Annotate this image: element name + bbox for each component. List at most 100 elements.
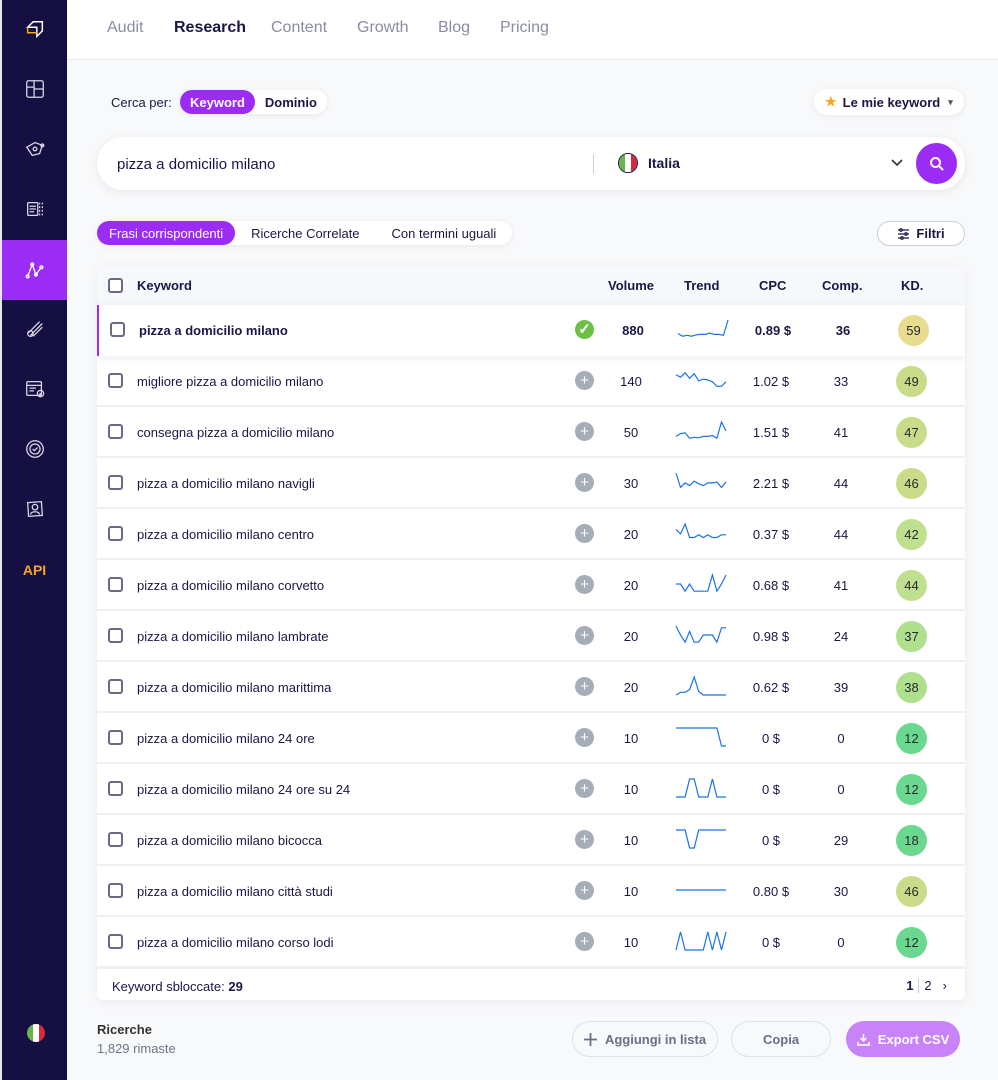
table-row[interactable]: consegna pizza a domicilio milano +50 1.51… xyxy=(97,407,965,458)
row-checkbox[interactable] xyxy=(108,832,123,847)
check-icon[interactable]: ✓ xyxy=(575,320,594,339)
keyword-cell[interactable]: migliore pizza a domicilio milano xyxy=(137,374,323,389)
row-checkbox[interactable] xyxy=(108,475,123,490)
column-kd[interactable]: KD. xyxy=(901,278,923,293)
table-row[interactable]: pizza a domicilio milano bicocca +10 0 $ 29… xyxy=(97,815,965,866)
add-icon[interactable]: + xyxy=(575,932,594,951)
search-button[interactable] xyxy=(916,143,957,184)
keyword-cell[interactable]: pizza a domicilio milano navigli xyxy=(137,476,315,491)
table-row[interactable]: pizza a domicilio milano marittima +20 0.6… xyxy=(97,662,965,713)
row-checkbox[interactable] xyxy=(108,577,123,592)
volume-cell: 50 xyxy=(623,425,639,440)
row-checkbox[interactable] xyxy=(110,322,125,337)
add-icon[interactable]: + xyxy=(575,524,594,543)
filters-button[interactable]: Filtri xyxy=(877,221,965,246)
keyword-cell[interactable]: pizza a domicilio milano lambrate xyxy=(137,629,328,644)
nav-content[interactable]: Content xyxy=(271,19,327,37)
table-row[interactable]: pizza a domicilio milano corso lodi +10 0 … xyxy=(97,917,965,968)
table-row[interactable]: pizza a domicilio milano ✓ 880 0.89 $ 36 59 xyxy=(97,305,965,356)
row-checkbox[interactable] xyxy=(108,781,123,796)
nav-audit[interactable]: Audit xyxy=(107,19,143,37)
tab-related-searches[interactable]: Ricerche Correlate xyxy=(235,221,375,245)
language-flag-icon[interactable] xyxy=(27,1024,45,1042)
country-select[interactable]: Italia xyxy=(618,153,680,173)
column-comp[interactable]: Comp. xyxy=(822,278,862,293)
sidebar-item-api[interactable]: API xyxy=(2,540,67,600)
row-checkbox[interactable] xyxy=(108,730,123,745)
sidebar-item-reports[interactable] xyxy=(2,359,67,419)
trend-line xyxy=(676,829,726,849)
keyword-cell[interactable]: pizza a domicilio milano 24 ore xyxy=(137,731,315,746)
top-navigation: Audit Research Content Growth Blog Prici… xyxy=(67,0,998,60)
keyword-cell[interactable]: pizza a domicilio milano centro xyxy=(137,527,314,542)
row-checkbox[interactable] xyxy=(108,628,123,643)
sidebar-item-dashboard[interactable] xyxy=(2,59,67,119)
cpc-cell: 0 $ xyxy=(761,833,781,848)
add-icon[interactable]: + xyxy=(575,473,594,492)
table-row[interactable]: pizza a domicilio milano lambrate +20 0.98… xyxy=(97,611,965,662)
keyword-cell[interactable]: pizza a domicilio milano xyxy=(139,323,288,338)
table-row[interactable]: migliore pizza a domicilio milano +140 1.0… xyxy=(97,356,965,407)
table-row[interactable]: pizza a domicilio milano 24 ore su 24 +10… xyxy=(97,764,965,815)
keyword-cell[interactable]: pizza a domicilio milano marittima xyxy=(137,680,331,695)
chevron-down-icon[interactable] xyxy=(889,155,905,171)
nav-blog[interactable]: Blog xyxy=(438,19,470,37)
table-row[interactable]: pizza a domicilio milano 24 ore +10 0 $ 0 12 xyxy=(97,713,965,764)
search-by-domain[interactable]: Dominio xyxy=(255,90,327,114)
column-keyword[interactable]: Keyword xyxy=(137,278,192,293)
add-icon[interactable]: + xyxy=(575,371,594,390)
add-to-list-button[interactable]: Aggiungi in lista xyxy=(572,1021,718,1057)
row-checkbox[interactable] xyxy=(108,424,123,439)
row-checkbox[interactable] xyxy=(108,934,123,949)
keyword-cell[interactable]: consegna pizza a domicilio milano xyxy=(137,425,334,440)
row-checkbox[interactable] xyxy=(108,373,123,388)
copy-button[interactable]: Copia xyxy=(731,1021,831,1057)
page-1[interactable]: 1 xyxy=(901,978,920,993)
sidebar-item-audit[interactable] xyxy=(2,119,67,179)
keyword-cell[interactable]: pizza a domicilio milano bicocca xyxy=(137,833,322,848)
add-icon[interactable]: + xyxy=(575,677,594,696)
volume-cell: 140 xyxy=(620,374,642,389)
trend-line xyxy=(675,522,726,539)
add-icon[interactable]: + xyxy=(575,626,594,645)
keyword-cell[interactable]: pizza a domicilio milano città studi xyxy=(137,884,333,899)
tab-matching-phrases[interactable]: Frasi corrispondenti xyxy=(97,221,236,245)
sidebar-item-research[interactable] xyxy=(2,240,67,300)
keyword-search-input[interactable] xyxy=(117,151,577,177)
nav-growth[interactable]: Growth xyxy=(357,19,409,37)
export-csv-button[interactable]: Export CSV xyxy=(846,1021,960,1057)
sidebar-item-content[interactable] xyxy=(2,179,67,239)
row-checkbox[interactable] xyxy=(108,679,123,694)
add-icon[interactable]: + xyxy=(575,422,594,441)
nav-pricing[interactable]: Pricing xyxy=(500,19,549,37)
search-by-keyword[interactable]: Keyword xyxy=(180,90,255,114)
column-cpc[interactable]: CPC xyxy=(759,278,786,293)
page-2[interactable]: 2 xyxy=(919,978,936,993)
sidebar-item-account[interactable] xyxy=(2,479,67,539)
table-row[interactable]: pizza a domicilio milano città studi +10 0… xyxy=(97,866,965,917)
my-keywords-dropdown[interactable]: ★ Le mie keyword ▾ xyxy=(814,89,964,115)
nav-research[interactable]: Research xyxy=(174,19,246,37)
table-row[interactable]: pizza a domicilio milano corvetto +20 0.68… xyxy=(97,560,965,611)
trend-sparkline xyxy=(676,889,726,891)
row-checkbox[interactable] xyxy=(108,526,123,541)
add-icon[interactable]: + xyxy=(575,575,594,594)
keyword-cell[interactable]: pizza a domicilio milano 24 ore su 24 xyxy=(137,782,350,797)
select-all-checkbox[interactable] xyxy=(108,278,123,293)
tab-same-terms[interactable]: Con termini uguali xyxy=(376,221,513,245)
table-row[interactable]: pizza a domicilio milano centro +20 0.37 $… xyxy=(97,509,965,560)
column-volume[interactable]: Volume xyxy=(608,278,654,293)
add-icon[interactable]: + xyxy=(575,881,594,900)
add-icon[interactable]: + xyxy=(575,830,594,849)
keyword-cell[interactable]: pizza a domicilio milano corvetto xyxy=(137,578,324,593)
keyword-cell[interactable]: pizza a domicilio milano corso lodi xyxy=(137,935,334,950)
table-row[interactable]: pizza a domicilio milano navigli +30 2.21 … xyxy=(97,458,965,509)
add-icon[interactable]: + xyxy=(575,728,594,747)
sidebar-logo[interactable] xyxy=(2,0,67,60)
volume-cell: 20 xyxy=(623,578,639,593)
row-checkbox[interactable] xyxy=(108,883,123,898)
sidebar-item-rank-tracker[interactable] xyxy=(2,419,67,479)
sidebar-item-backlinks[interactable] xyxy=(2,299,67,359)
add-icon[interactable]: + xyxy=(575,779,594,798)
chevron-right-icon[interactable]: › xyxy=(937,978,947,993)
